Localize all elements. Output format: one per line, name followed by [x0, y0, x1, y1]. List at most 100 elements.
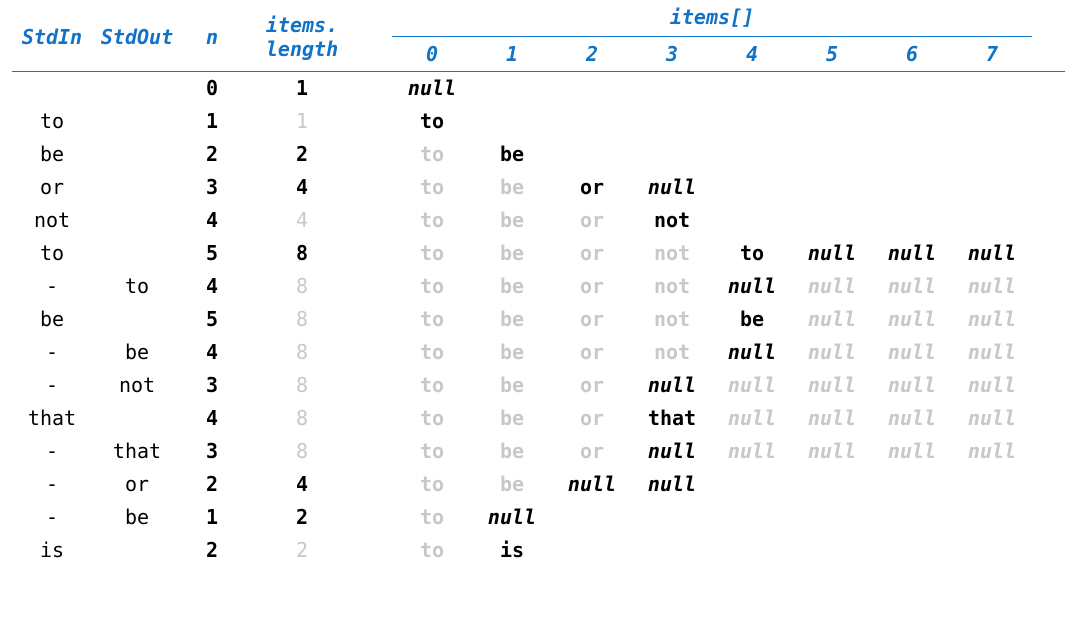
null-value: null	[888, 340, 936, 364]
null-value: null	[968, 241, 1016, 265]
null-value: null	[648, 472, 696, 496]
word-value: to	[420, 406, 444, 430]
word-value: be	[740, 307, 764, 331]
header-items-length-bot: length	[242, 37, 362, 61]
null-value: null	[648, 439, 696, 463]
header-index-3: 3	[632, 37, 712, 71]
array-cell-3: null	[632, 435, 712, 468]
array-cell-6: null	[872, 237, 952, 270]
header-stdin-label: StdIn	[12, 25, 92, 49]
array-cell-0: to	[392, 138, 472, 171]
word-value: to	[420, 538, 444, 562]
array-cell-0: to	[392, 402, 472, 435]
items-length-cell: 4	[242, 468, 362, 501]
array-cell-4: null	[712, 402, 792, 435]
null-value: null	[888, 439, 936, 463]
array-cell-5: null	[792, 435, 872, 468]
array-cell-3: null	[632, 468, 712, 501]
word-value: to	[420, 274, 444, 298]
table-row: -be12tonull	[12, 501, 1065, 534]
null-value: null	[888, 274, 936, 298]
items-length-cell: 8	[242, 336, 362, 369]
null-value: null	[728, 274, 776, 298]
header-index-7: 7	[952, 37, 1032, 71]
header-index-1: 1	[472, 37, 552, 71]
table-row: -to48tobeornotnullnullnullnull	[12, 270, 1065, 303]
array-cell-4: null	[712, 435, 792, 468]
array-cell-0: to	[392, 171, 472, 204]
header-items-length-top: items.	[242, 13, 362, 37]
header-index-2: 2	[552, 37, 632, 71]
table-row: be22tobe	[12, 138, 1065, 171]
stdin-cell: -	[12, 369, 92, 402]
header-stdout: StdOut	[92, 3, 182, 71]
table-row: -not38tobeornullnullnullnullnull	[12, 369, 1065, 402]
array-cell-4: null	[712, 336, 792, 369]
header-stdout-label: StdOut	[92, 25, 182, 49]
array-cell-3: not	[632, 270, 712, 303]
word-value: to	[420, 142, 444, 166]
null-value: null	[648, 175, 696, 199]
header-stdin: StdIn	[12, 3, 92, 71]
array-cell-7: null	[952, 336, 1032, 369]
table-row: is22tois	[12, 534, 1065, 567]
header-index-4: 4	[712, 37, 792, 71]
header-index-0: 0	[392, 37, 472, 71]
items-length-cell: 1	[242, 105, 362, 138]
null-value: null	[888, 241, 936, 265]
stdin-cell: be	[12, 138, 92, 171]
word-value: or	[580, 208, 604, 232]
null-value: null	[968, 439, 1016, 463]
stdin-cell: or	[12, 171, 92, 204]
header-items-length: items. length	[242, 3, 362, 71]
null-value: null	[728, 340, 776, 364]
header-index-6: 6	[872, 37, 952, 71]
word-value: be	[500, 274, 524, 298]
word-value: be	[500, 208, 524, 232]
array-cell-7: null	[952, 369, 1032, 402]
items-length-cell: 8	[242, 237, 362, 270]
items-length-cell: 2	[242, 534, 362, 567]
word-value: be	[500, 340, 524, 364]
items-length-cell: 2	[242, 138, 362, 171]
stdin-cell: -	[12, 270, 92, 303]
word-value: be	[500, 241, 524, 265]
array-cell-6: null	[872, 402, 952, 435]
word-value: to	[420, 340, 444, 364]
array-cell-3: null	[632, 369, 712, 402]
word-value: be	[500, 142, 524, 166]
word-value: not	[654, 274, 690, 298]
n-cell: 1	[182, 501, 242, 534]
array-cell-1: be	[472, 138, 552, 171]
header-index-row: 01234567	[392, 37, 1032, 71]
table-header: StdIn StdOut n items. length items[] 012…	[12, 0, 1065, 72]
array-cell-0: to	[392, 534, 472, 567]
array-cell-0: to	[392, 336, 472, 369]
array-cell-1: be	[472, 468, 552, 501]
array-cell-2: or	[552, 204, 632, 237]
null-value: null	[888, 406, 936, 430]
word-value: to	[420, 109, 444, 133]
array-cell-1: is	[472, 534, 552, 567]
array-cell-4: null	[712, 369, 792, 402]
array-cell-2: or	[552, 435, 632, 468]
null-value: null	[728, 406, 776, 430]
array-cell-2: or	[552, 402, 632, 435]
null-value: null	[808, 439, 856, 463]
word-value: or	[580, 373, 604, 397]
stdin-cell: that	[12, 402, 92, 435]
stdin-cell: to	[12, 237, 92, 270]
array-cell-2: or	[552, 336, 632, 369]
word-value: to	[420, 241, 444, 265]
stdin-cell: -	[12, 501, 92, 534]
array-cell-0: to	[392, 237, 472, 270]
stdin-cell: -	[12, 435, 92, 468]
header-gap	[362, 3, 392, 71]
array-cell-1: be	[472, 402, 552, 435]
header-index-5: 5	[792, 37, 872, 71]
array-cell-5: null	[792, 402, 872, 435]
stdin-cell: is	[12, 534, 92, 567]
word-value: not	[654, 307, 690, 331]
table-row: not44tobeornot	[12, 204, 1065, 237]
array-cell-4: null	[712, 270, 792, 303]
